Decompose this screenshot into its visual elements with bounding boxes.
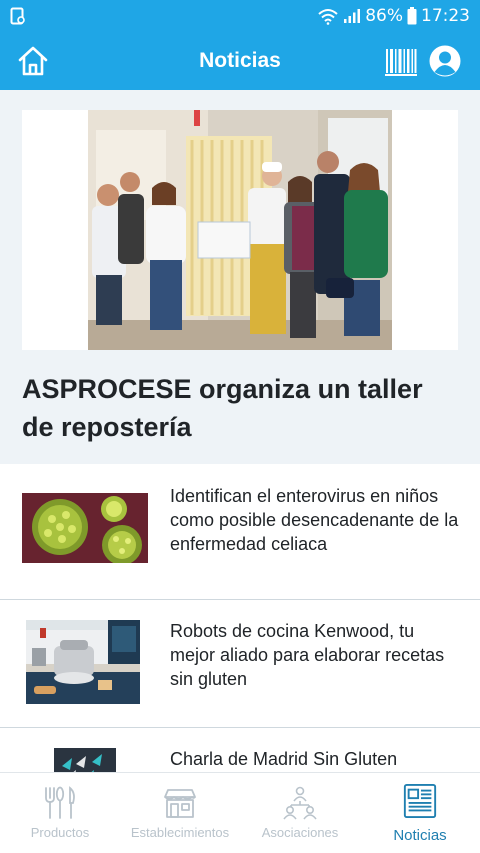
newspaper-icon: [403, 783, 437, 819]
nav-label-establecimientos: Establecimientos: [130, 825, 230, 840]
app-bar: Noticias: [0, 32, 480, 90]
notification-icon: [10, 7, 30, 25]
bottom-navigation: Productos Establecimientos Asociaciones …: [0, 772, 480, 853]
clock: 17:23: [421, 6, 470, 26]
news-list-item[interactable]: Identifican el enterovirus en niños como…: [0, 464, 480, 600]
nav-productos[interactable]: Productos: [0, 773, 120, 853]
news-title: Identifican el enterovirus en niños como…: [170, 486, 459, 554]
featured-image-frame: [22, 110, 458, 350]
news-list-item[interactable]: Robots de cocina Kenwood, tu mejor aliad…: [0, 600, 480, 728]
cutlery-icon: [45, 786, 75, 819]
screen: 86% 17:23 Noticias ASPROCESE organiza un…: [0, 0, 480, 853]
people-icon: [283, 786, 317, 820]
featured-news-title: ASPROCESE organiza un taller de reposter…: [22, 374, 423, 442]
nav-label-productos: Productos: [30, 825, 90, 840]
featured-news-card[interactable]: ASPROCESE organiza un taller de reposter…: [0, 90, 480, 464]
nav-label-noticias: Noticias: [393, 827, 447, 844]
news-thumbnail: [22, 493, 148, 563]
profile-button[interactable]: [428, 44, 462, 78]
nav-asociaciones[interactable]: Asociaciones: [240, 773, 360, 853]
battery-icon: [407, 7, 417, 25]
news-title: Robots de cocina Kenwood, tu mejor aliad…: [170, 621, 445, 689]
wifi-icon: [317, 7, 339, 25]
nav-noticias[interactable]: Noticias: [360, 773, 480, 853]
status-bar: 86% 17:23: [0, 0, 480, 32]
barcode-scan-button[interactable]: [384, 44, 418, 78]
store-icon: [164, 789, 196, 818]
signal-icon: [343, 8, 361, 24]
nav-label-asociaciones: Asociaciones: [261, 825, 339, 840]
barcode-icon: [385, 49, 417, 76]
news-thumbnail: [26, 620, 140, 704]
news-title: Charla de Madrid Sin Gluten: [170, 749, 398, 769]
battery-percent: 86%: [365, 6, 403, 26]
nav-establecimientos[interactable]: Establecimientos: [120, 773, 240, 853]
featured-photo: [88, 110, 392, 350]
user-avatar-icon: [429, 45, 461, 77]
